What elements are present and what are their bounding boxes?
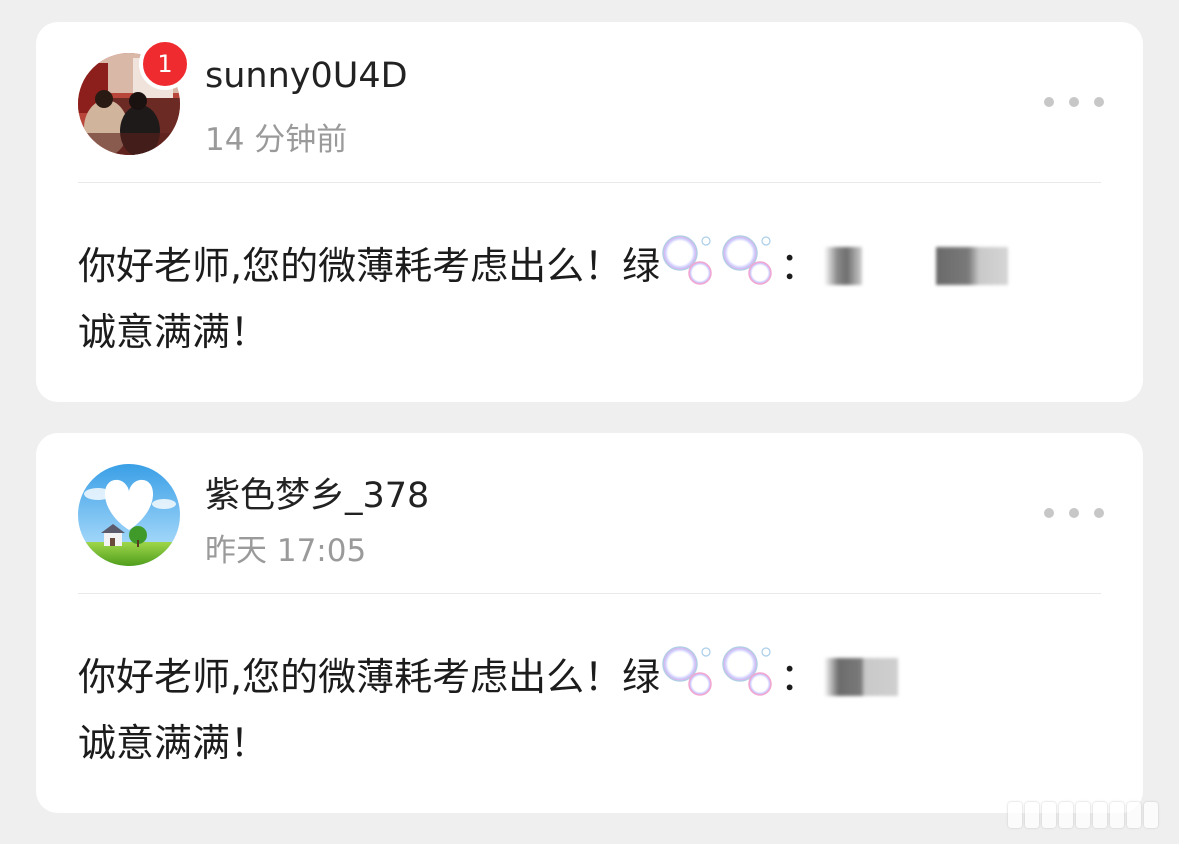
- message-text: 你好老师,您的微薄耗考虑出么！绿 ： 诚意满满！: [78, 233, 1108, 365]
- avatar-landscape-icon: [78, 464, 180, 566]
- bubble-emoji-icon: [662, 646, 712, 696]
- notification-card[interactable]: 紫色梦乡_378 昨天 17:05 你好老师,您的微薄耗考虑出么！绿 ： 诚意满…: [36, 433, 1143, 813]
- message-line: 诚意满满！: [78, 721, 269, 765]
- message-line: 你好老师,您的微薄耗考虑出么！绿 ：: [78, 644, 1108, 710]
- more-dots-icon[interactable]: [1044, 92, 1104, 112]
- watermark: [1008, 800, 1173, 830]
- more-dots-icon[interactable]: [1044, 503, 1104, 523]
- username[interactable]: 紫色梦乡_378: [205, 467, 429, 518]
- notification-card[interactable]: 1 sunny0U4D 14 分钟前 你好老师,您的微薄耗考虑出么！绿 ： 诚意…: [36, 22, 1143, 402]
- unread-badge: 1: [139, 38, 191, 90]
- message-colon: ：: [780, 655, 819, 699]
- message-prefix: 你好老师,您的微薄耗考虑出么！绿: [78, 244, 661, 288]
- divider: [78, 182, 1101, 183]
- message-line: 你好老师,您的微薄耗考虑出么！绿 ：: [78, 233, 1108, 299]
- divider: [78, 593, 1101, 594]
- message-text: 你好老师,您的微薄耗考虑出么！绿 ： 诚意满满！: [78, 644, 1108, 776]
- message-colon: ：: [780, 244, 819, 288]
- bubble-emoji-icon: [722, 235, 772, 285]
- bubble-emoji-icon: [722, 646, 772, 696]
- avatar[interactable]: [78, 464, 180, 566]
- message-line: 诚意满满！: [78, 310, 269, 354]
- timestamp: 14 分钟前: [205, 122, 348, 158]
- timestamp: 昨天 17:05: [205, 533, 367, 569]
- redacted-text: [824, 658, 899, 696]
- message-prefix: 你好老师,您的微薄耗考虑出么！绿: [78, 655, 661, 699]
- redacted-text: [824, 247, 863, 285]
- redacted-text: [936, 247, 1009, 285]
- username[interactable]: sunny0U4D: [205, 56, 408, 96]
- bubble-emoji-icon: [662, 235, 712, 285]
